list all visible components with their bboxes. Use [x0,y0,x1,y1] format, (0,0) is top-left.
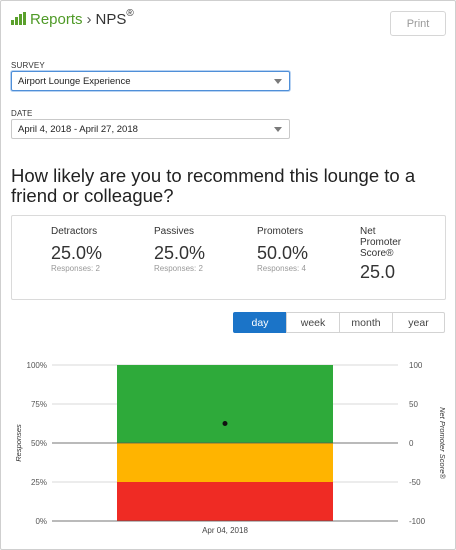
y2-tick-label: 0 [409,439,414,448]
nps-label: Net Promoter Score® [360,226,401,259]
question-heading: How likely are you to recommend this lou… [11,165,416,206]
survey-label: SURVEY [11,61,45,70]
y-axis-title: Responses [14,424,23,462]
granularity-month-button[interactable]: month [339,312,393,333]
y-tick-label: 25% [31,478,47,487]
nps-stat: Net Promoter Score® 25.0 [360,226,401,281]
y-tick-label: 50% [31,439,47,448]
y-tick-label: 0% [35,517,47,526]
breadcrumb-reports-link[interactable]: Reports [30,11,83,28]
y2-tick-label: -50 [409,478,421,487]
nps-summary-panel: Detractors 25.0% Responses: 2 Passives 2… [11,215,446,300]
breadcrumb-separator: › [86,10,92,28]
detractors-value: 25.0% [51,243,103,263]
date-label: DATE [11,109,33,118]
promoters-value: 50.0% [257,243,309,263]
date-range-value: April 4, 2018 - April 27, 2018 [18,123,138,135]
passives-value: 25.0% [154,243,206,263]
nps-label-line3: Score® [360,248,394,259]
bar-detractors [117,482,333,521]
nps-point [222,421,228,426]
nps-label-line2: Promoter [360,237,402,248]
nps-chart: 0% 25% 50% 75% 100% -100 -50 0 50 100 Apr 04, 2018… [14,361,447,535]
bar-promoters [117,365,333,443]
granularity-week-button[interactable]: week [286,312,340,333]
date-range-select[interactable]: April 4, 2018 - April 27, 2018 [11,119,290,139]
detractors-responses: Responses: 2 [51,264,100,273]
page-title: NPS [95,10,127,28]
y-tick-label: 100% [27,361,47,370]
nps-value: 25.0 [360,262,396,282]
detractors-label: Detractors [51,226,98,237]
y2-tick-label: 100 [409,361,423,370]
promoters-label: Promoters [257,226,304,237]
y-tick-label: 75% [31,400,47,409]
passives-stat: Passives 25.0% Responses: 2 [154,226,205,273]
passives-responses: Responses: 2 [154,264,203,273]
x-tick-label: Apr 04, 2018 [202,526,248,535]
bar-chart-icon [11,12,26,25]
chevron-down-icon [274,79,282,84]
nps-label-line1: Net [360,226,376,237]
passives-label: Passives [154,226,195,237]
y2-axis-title: Net Promoter Score® [438,407,447,479]
granularity-year-button[interactable]: year [392,312,445,333]
registered-mark: ® [126,7,134,19]
granularity-toggle: day week month year [233,312,445,333]
promoters-stat: Promoters 50.0% Responses: 4 [257,226,308,273]
y2-tick-label: 50 [409,400,418,409]
print-button[interactable]: Print [390,11,446,36]
detractors-stat: Detractors 25.0% Responses: 2 [51,226,102,273]
survey-select-value: Airport Lounge Experience [18,75,131,87]
chart-root: 0% 25% 50% 75% 100% -100 -50 0 50 100 Apr 04, 2018… [14,361,447,535]
y2-tick-label: -100 [409,517,426,526]
breadcrumb: Reports › NPS ® [11,8,134,30]
granularity-day-button[interactable]: day [233,312,287,333]
promoters-responses: Responses: 4 [257,264,306,273]
chevron-down-icon [274,127,282,132]
survey-select[interactable]: Airport Lounge Experience [11,71,290,91]
bar-passives [117,443,333,482]
